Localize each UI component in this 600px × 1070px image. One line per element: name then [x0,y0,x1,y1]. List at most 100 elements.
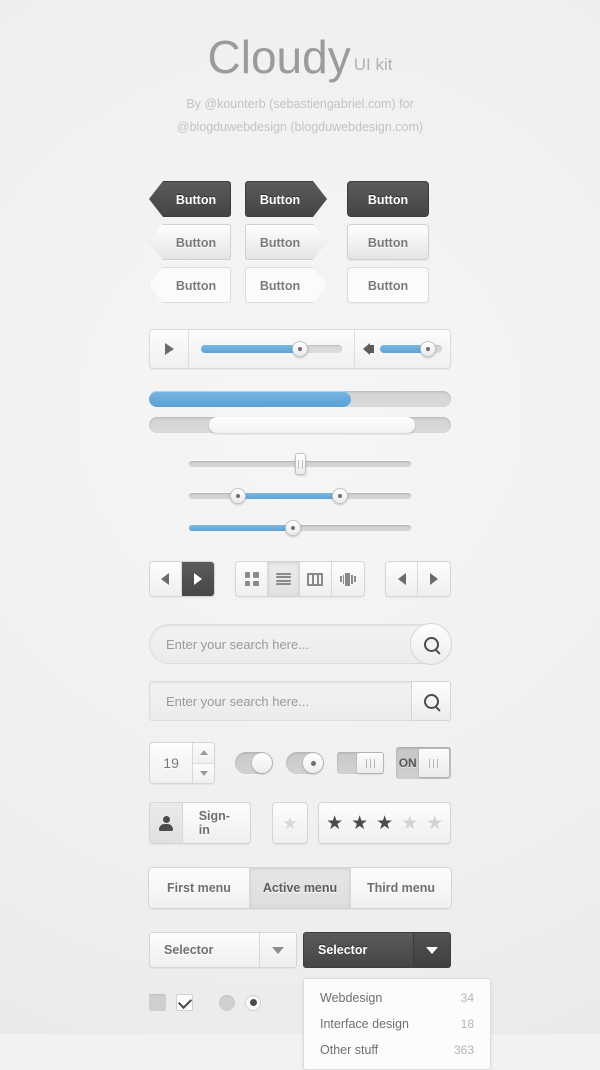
volume-control[interactable] [354,330,450,368]
media-player-bar [149,329,451,369]
toggle-knob[interactable] [252,753,273,773]
checkbox-checked[interactable] [176,994,193,1011]
toggle-on-label[interactable]: ON [396,747,451,779]
progress-bar-blue [149,391,451,407]
volume-track[interactable] [380,341,442,357]
search-bar-rounded[interactable] [149,623,452,665]
star-icon-3[interactable]: ★ [376,814,393,833]
slider-range[interactable] [189,487,411,505]
next-button-active[interactable] [181,562,214,596]
slider-knob[interactable] [285,520,302,536]
selector-dark[interactable]: Selector [303,932,451,968]
button-flat-plain[interactable]: Button [347,267,429,303]
search-icon [423,693,439,709]
dropdown-item-count: 18 [460,1017,474,1031]
view-mode-columns[interactable] [300,562,332,596]
toggle-knob[interactable] [357,753,384,773]
speaker-icon [363,343,374,355]
button-flat-right[interactable]: Button [245,267,327,303]
grip-icon [365,758,375,768]
star-rating[interactable]: ★ ★ ★ ★ ★ [318,802,452,844]
search-input-square[interactable] [150,693,450,709]
volume-knob[interactable] [420,341,437,357]
button-gradient-left[interactable]: Button [149,224,231,260]
button-flat-left[interactable]: Button [149,267,231,303]
dropdown-item-webdesign[interactable]: Webdesign 34 [304,985,490,1011]
check-icon [177,994,192,1009]
tab-third-menu[interactable]: Third menu [351,868,451,908]
dropdown-item-label: Other stuff [320,1043,379,1057]
checkbox-unchecked[interactable] [149,994,166,1011]
tab-active-menu[interactable]: Active menu [250,868,351,908]
view-mode-list[interactable] [268,562,301,596]
range-knob-start[interactable] [229,488,246,504]
star-icon-5[interactable]: ★ [426,814,443,833]
slider-single[interactable] [189,519,411,537]
star-icon: ★ [282,813,298,833]
stepper-down-button[interactable] [193,763,215,783]
stepper-toggle-row: 19 ON [149,742,451,784]
avatar [150,803,183,843]
view-mode-coverflow[interactable] [331,562,364,596]
dropdown-item-other-stuff[interactable]: Other stuff 363 [304,1037,490,1063]
toggle-square-grip[interactable] [336,752,385,774]
nav-group-left [149,561,215,597]
slider-track[interactable] [189,488,411,504]
button-dark-right[interactable]: Button [245,181,327,217]
selector-row: Selector Selector Webdesign 34 Interface… [149,932,491,1070]
prev-button[interactable] [150,562,182,596]
button-gradient-plain[interactable]: Button [347,224,429,260]
button-gradient-right[interactable]: Button [245,224,327,260]
button-row-dark: Button Button Button [149,181,451,217]
radio-unchecked[interactable] [219,994,235,1011]
scrollbar-track[interactable] [149,417,451,433]
selector-light[interactable]: Selector [149,932,297,968]
selector-dark-toggle[interactable] [413,933,450,967]
caret-down-icon [199,770,208,776]
toggle-knob[interactable] [418,749,449,777]
toggle-pill-plain[interactable] [234,752,274,774]
signin-button[interactable]: Sign-in [149,802,252,844]
range-knob-end[interactable] [331,488,348,504]
page-title: Cloudy [207,31,351,83]
toggle-knob[interactable] [303,753,324,773]
button-dark-left[interactable]: Button [149,181,231,217]
player-progress-track[interactable] [201,341,342,357]
selector-light-toggle[interactable] [259,933,296,967]
prev-button-right[interactable] [386,562,419,596]
grid-view-icon [244,572,259,586]
play-button[interactable] [150,330,189,368]
toggle-pill-dot[interactable] [285,752,325,774]
search-bar-square[interactable] [149,681,451,721]
stepper-arrows [193,743,215,783]
star-button-single[interactable]: ★ [272,802,308,844]
dropdown-item-label: Webdesign [320,991,383,1005]
chevron-down-icon [272,946,284,954]
search-input[interactable] [150,636,450,652]
stepper-up-button[interactable] [193,743,215,764]
star-icon-2[interactable]: ★ [351,814,368,833]
player-progress-slider[interactable] [189,341,354,357]
button-dark-plain[interactable]: Button [347,181,429,217]
slider-vertical-handle[interactable] [189,453,411,475]
slider-fill [189,525,294,531]
view-mode-grid[interactable] [236,562,269,596]
dropdown-item-interface-design[interactable]: Interface design 18 [304,1011,490,1037]
button-row-flat: Button Button Button [149,267,451,303]
player-progress-fill [201,345,300,353]
search-button[interactable] [410,623,452,665]
scrollbar-thumb[interactable] [209,417,415,433]
tab-first-menu[interactable]: First menu [149,868,250,908]
next-button-right[interactable] [418,562,451,596]
slider-track[interactable] [189,453,411,475]
search-button-square[interactable] [411,681,451,721]
player-progress-knob[interactable] [291,341,308,357]
star-icon-1[interactable]: ★ [326,814,343,833]
slider-handle[interactable] [295,453,306,475]
number-stepper[interactable]: 19 [149,742,216,784]
radio-checked[interactable] [245,994,261,1011]
stepper-value: 19 [150,743,194,783]
chevron-down-icon [426,946,438,954]
slider-track[interactable] [189,520,411,536]
star-icon-4[interactable]: ★ [401,814,418,833]
